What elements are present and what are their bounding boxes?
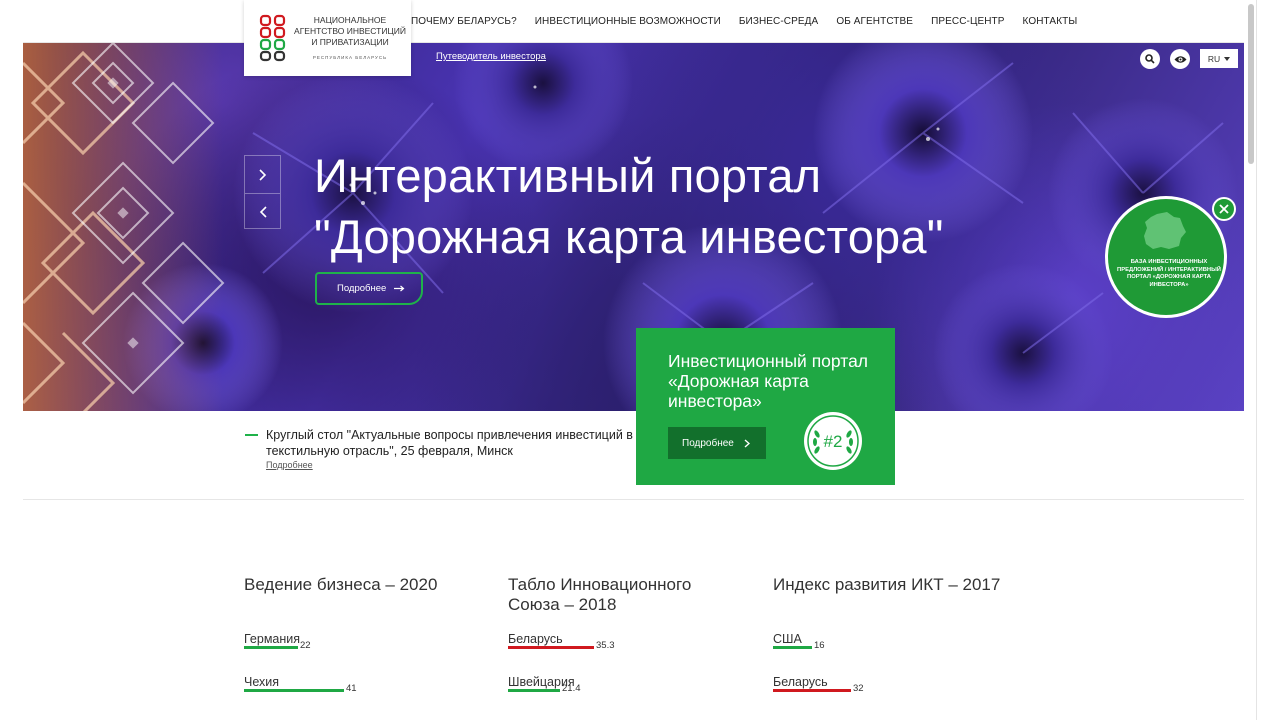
nav-item-investment-opportunities[interactable]: ИНВЕСТИЦИОННЫЕ ВОЗМОЖНОСТИ <box>535 16 721 27</box>
indicator-value: 22 <box>300 640 311 651</box>
search-button[interactable] <box>1140 49 1160 69</box>
indicator-title: Табло Инновационного Союза – 2018 <box>508 575 692 614</box>
close-icon <box>1219 204 1229 214</box>
indicator-bar <box>508 689 560 692</box>
hero-more-label: Подробнее <box>337 283 387 294</box>
hero-title: Интерактивный портал "Дорожная карта инв… <box>314 145 1074 267</box>
nav-item-about-agency[interactable]: ОБ АГЕНТСТВЕ <box>836 16 913 27</box>
nav-item-business-environment[interactable]: БИЗНЕС-СРЕДА <box>739 16 818 27</box>
indicator-row: Германия 22 <box>244 632 494 662</box>
slider-prev-button[interactable] <box>245 193 280 230</box>
page: Путеводитель инвестора RU Интерактивный … <box>23 0 1244 720</box>
indicator-value: 32 <box>853 683 864 694</box>
badge-close-button[interactable] <box>1212 197 1236 221</box>
arrow-right-icon <box>394 285 405 292</box>
main-menu: ПОЧЕМУ БЕЛАРУСЬ? ИНВЕСТИЦИОННЫЕ ВОЗМОЖНО… <box>411 0 1077 43</box>
indicator-value: 35.3 <box>596 640 615 651</box>
indicator-bar <box>244 646 298 649</box>
indicator-title: Индекс развития ИКТ – 2017 <box>773 575 1001 594</box>
award-seal: #2 <box>804 412 862 470</box>
caret-down-icon <box>1224 56 1231 61</box>
chevron-left-icon <box>259 206 267 218</box>
promo-more-label: Подробнее <box>682 437 734 449</box>
agency-emblem-icon <box>259 14 286 62</box>
promo-title: Инвестиционный портал «Дорожная карта ин… <box>668 351 869 411</box>
country-label: Чехия <box>244 675 280 689</box>
slider-next-button[interactable] <box>245 156 280 193</box>
country-label: Германия <box>244 632 301 646</box>
logo-subtitle: РЕСПУБЛИКА БЕЛАРУСЬ <box>312 55 388 60</box>
logo-line3: И ПРИВАТИЗАЦИИ <box>311 37 389 47</box>
indicator-row: Беларусь 35.3 <box>508 632 758 662</box>
indicator-bar <box>773 689 851 692</box>
logo-name: НАЦИОНАЛЬНОЕ АГЕНТСТВО ИНВЕСТИЦИЙ И ПРИВ… <box>294 15 406 48</box>
country-label: Беларусь <box>773 675 828 689</box>
accessibility-button[interactable] <box>1170 49 1190 69</box>
badge-text: БАЗА ИНВЕСТИЦИОННЫХ ПРЕДЛОЖЕНИЙ / ИНТЕРА… <box>1117 259 1221 288</box>
belarus-map-icon <box>1144 212 1186 249</box>
indicator-ict-index: Индекс развития ИКТ – 2017 США 16 Белару… <box>773 575 1023 694</box>
investment-db-badge[interactable]: БАЗА ИНВЕСТИЦИОННЫХ ПРЕДЛОЖЕНИЙ / ИНТЕРА… <box>1105 196 1227 318</box>
indicator-row: Беларусь 32 <box>773 675 1023 705</box>
slider-nav <box>244 155 281 229</box>
chevron-right-icon <box>744 438 750 448</box>
hero-banner: Путеводитель инвестора RU Интерактивный … <box>23 43 1244 411</box>
language-selector[interactable]: RU <box>1200 49 1238 68</box>
indicator-row: США 16 <box>773 632 1023 662</box>
indicator-value: 41 <box>346 683 357 694</box>
logo-line2: АГЕНТСТВО ИНВЕСТИЦИЙ <box>294 26 406 36</box>
language-label: RU <box>1207 53 1221 64</box>
country-label: США <box>773 632 802 646</box>
news-title[interactable]: Круглый стол "Актуальные вопросы привлеч… <box>266 427 666 459</box>
nav-item-why-belarus[interactable]: ПОЧЕМУ БЕЛАРУСЬ? <box>411 16 517 27</box>
indicator-bar <box>508 646 594 649</box>
indicator-bar <box>244 689 344 692</box>
scrollbar-thumb[interactable] <box>1248 4 1254 164</box>
logo-line1: НАЦИОНАЛЬНОЕ <box>313 15 387 25</box>
laurel-icon: #2 <box>807 415 859 467</box>
indicator-row: Швейцария 21.4 <box>508 675 758 705</box>
news-more-link[interactable]: Подробнее <box>266 460 313 470</box>
indicator-innovation-union: Табло Инновационного Союза – 2018 Белару… <box>508 575 758 694</box>
indicator-title: Ведение бизнеса – 2020 <box>244 575 438 594</box>
promo-card: Инвестиционный портал «Дорожная карта ин… <box>636 328 895 485</box>
hero-more-button[interactable]: Подробнее <box>315 272 423 305</box>
nav-item-contacts[interactable]: КОНТАКТЫ <box>1023 16 1078 27</box>
indicator-value: 16 <box>814 640 825 651</box>
chevron-right-icon <box>258 168 266 181</box>
scrollbar-track-line <box>1256 0 1257 720</box>
promo-more-button[interactable]: Подробнее <box>668 427 766 459</box>
indicator-value: 21.4 <box>562 683 581 694</box>
country-label: Швейцария <box>508 675 575 689</box>
indicator-doing-business: Ведение бизнеса – 2020 Германия 22 Чехия… <box>244 575 494 694</box>
top-navigation: ПОЧЕМУ БЕЛАРУСЬ? ИНВЕСТИЦИОННЫЕ ВОЗМОЖНО… <box>23 0 1244 43</box>
country-label: Беларусь <box>508 632 563 646</box>
seal-number: #2 <box>824 432 843 451</box>
hero-title-line2: "Дорожная карта инвестора" <box>314 210 944 263</box>
indicator-bar <box>773 646 812 649</box>
investor-guide-link[interactable]: Путеводитель инвестора <box>436 51 546 62</box>
search-icon <box>1145 54 1155 64</box>
news-dash <box>245 434 258 436</box>
hero-title-line1: Интерактивный портал <box>314 149 822 202</box>
browser-gutter <box>0 0 23 720</box>
eye-icon <box>1174 55 1186 63</box>
agency-logo[interactable]: НАЦИОНАЛЬНОЕ АГЕНТСТВО ИНВЕСТИЦИЙ И ПРИВ… <box>244 0 411 76</box>
news-strip: Круглый стол "Актуальные вопросы привлеч… <box>23 411 1244 500</box>
indicator-row: Чехия 41 <box>244 675 494 705</box>
nav-item-press-center[interactable]: ПРЕСС-ЦЕНТР <box>931 16 1004 27</box>
